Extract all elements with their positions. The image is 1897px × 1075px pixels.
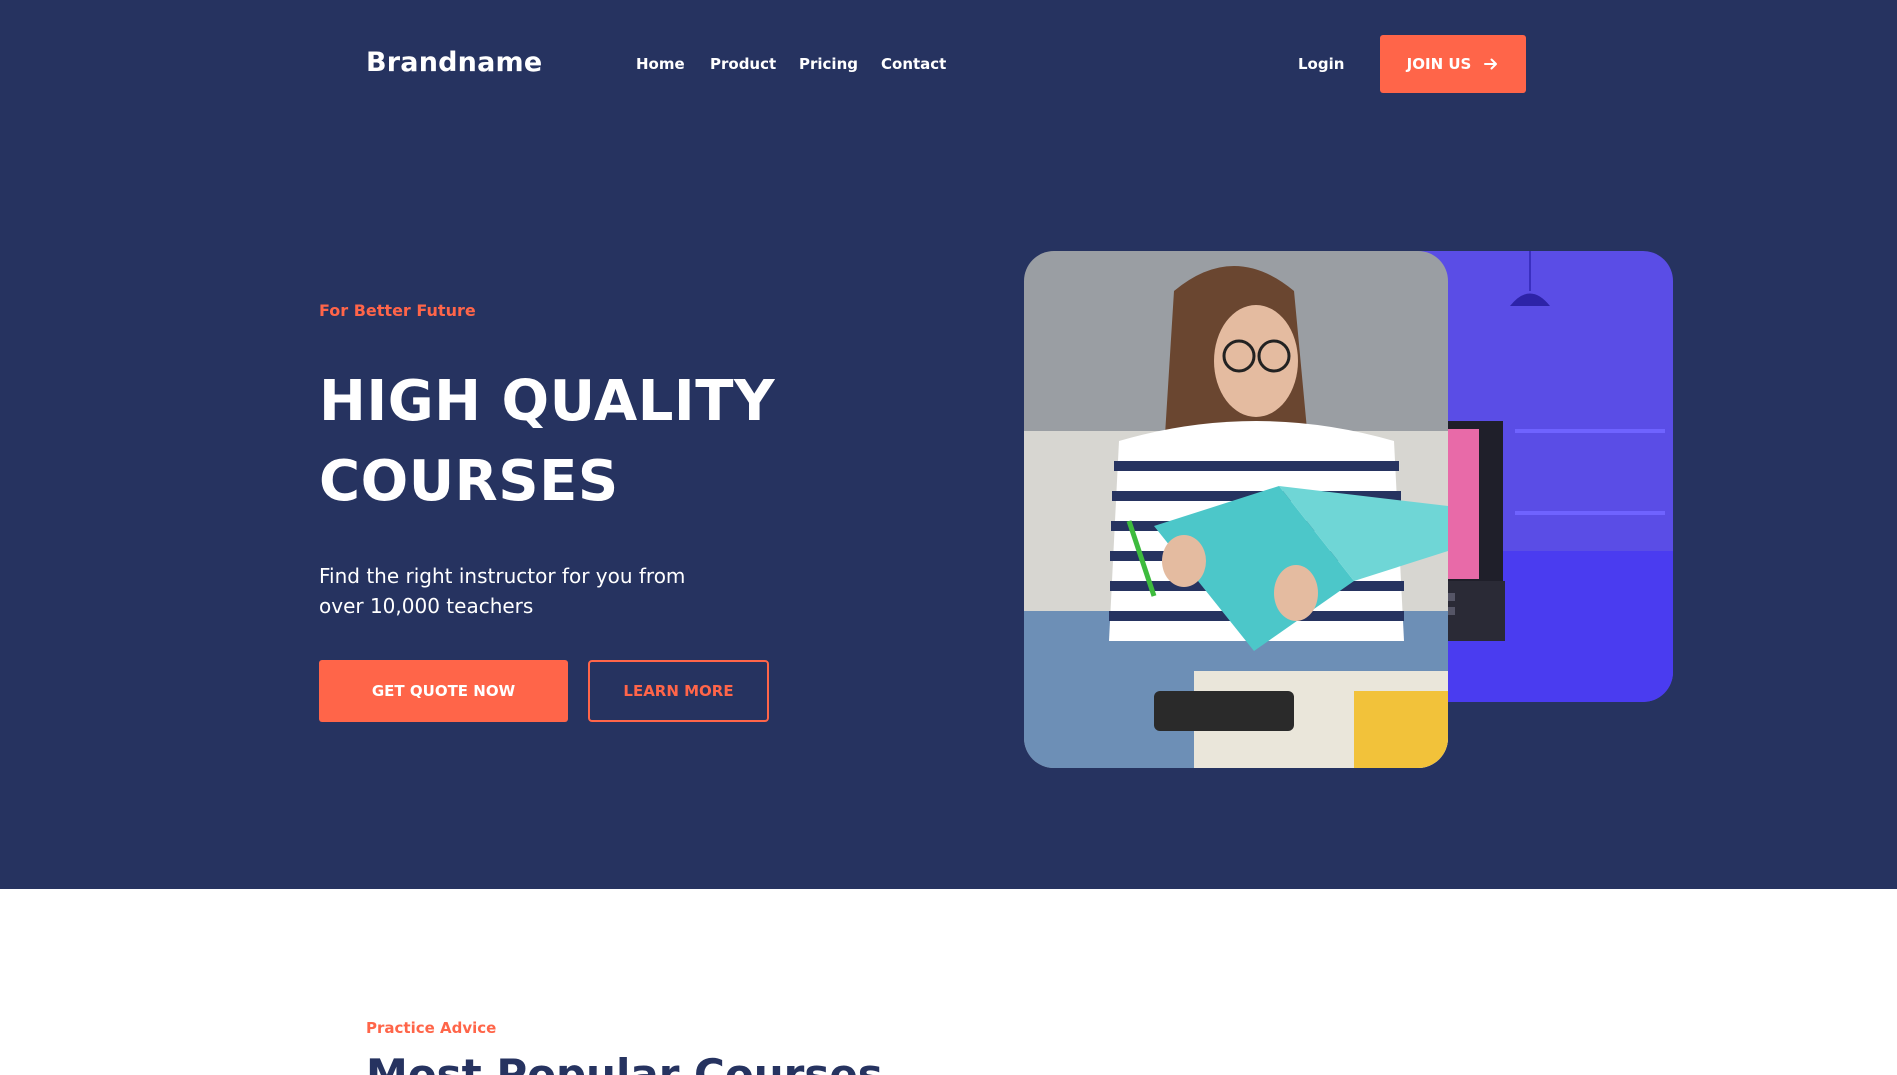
get-quote-button[interactable]: GET QUOTE NOW	[319, 660, 568, 722]
section-eyebrow: Practice Advice	[366, 1019, 497, 1037]
subtitle-line-2: over 10,000 teachers	[319, 594, 534, 618]
nav-home[interactable]: Home	[636, 55, 685, 73]
nav-pricing[interactable]: Pricing	[799, 55, 858, 73]
hero-eyebrow: For Better Future	[319, 301, 476, 320]
join-us-button[interactable]: JOIN US	[1380, 35, 1526, 93]
section-title: Most Popular Courses	[366, 1050, 883, 1075]
popular-courses-section	[0, 889, 1897, 1075]
hero-headline: HIGH QUALITY COURSES	[319, 362, 879, 522]
join-us-label: JOIN US	[1406, 55, 1472, 73]
arrow-right-icon	[1484, 58, 1498, 70]
learn-more-button[interactable]: LEARN MORE	[588, 660, 769, 722]
headline-line-1: HIGH QUALITY	[319, 369, 775, 434]
subtitle-line-1: Find the right instructor for you from	[319, 564, 686, 588]
brand-logo[interactable]: Brandname	[366, 47, 542, 78]
headline-line-2: COURSES	[319, 449, 619, 514]
hero-section: Brandname Home Product Pricing Contact L…	[0, 0, 1897, 889]
login-link[interactable]: Login	[1298, 55, 1344, 73]
nav-contact[interactable]: Contact	[881, 55, 946, 73]
hero-subtitle: Find the right instructor for you from o…	[319, 561, 739, 621]
nav-product[interactable]: Product	[710, 55, 776, 73]
woman-reading-notebook-photo	[1024, 251, 1448, 768]
